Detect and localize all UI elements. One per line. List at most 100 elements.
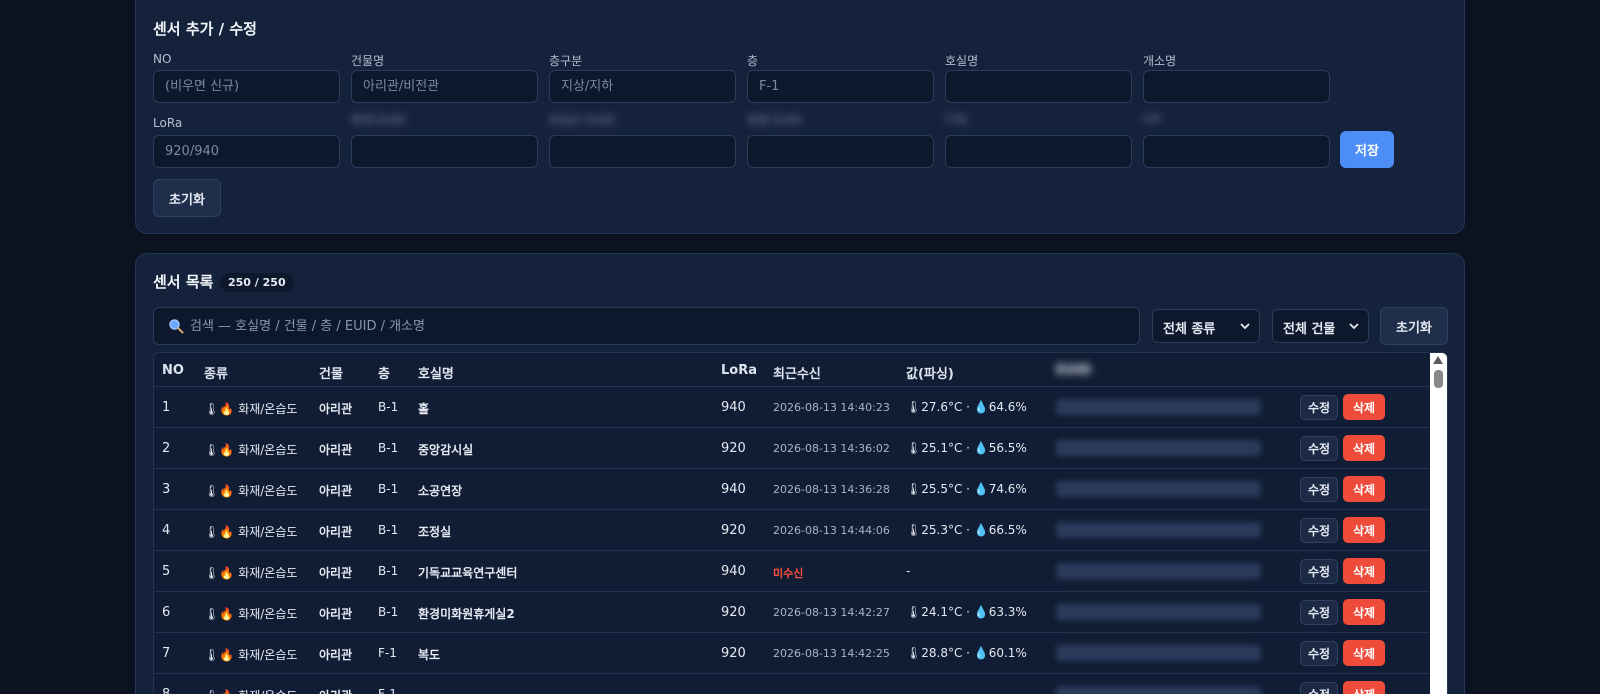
table-row: 8 🌡🔥 화재/온습도 아리관 F-1 수정 삭제 bbox=[154, 674, 1432, 694]
search-icon bbox=[169, 319, 184, 334]
row-last-received: 2026-08-13 14:42:27 bbox=[773, 606, 890, 619]
row-last-received: 2026-08-13 14:40:23 bbox=[773, 401, 890, 414]
thermometer-fire-icon: 🌡🔥 bbox=[204, 566, 235, 580]
row-building: 아리관 bbox=[319, 484, 353, 498]
scroll-thumb[interactable] bbox=[1434, 370, 1443, 388]
row-euid-redacted bbox=[1056, 686, 1261, 694]
row-euid-redacted bbox=[1056, 440, 1261, 456]
search-input[interactable] bbox=[190, 308, 1130, 344]
row-no: 2 bbox=[162, 441, 171, 456]
table-row: 5 🌡🔥 화재/온습도 아리관 B-1 기독교교육연구센터 940 미수신 - 수정 삭제 bbox=[154, 551, 1432, 592]
delete-button[interactable]: 삭제 bbox=[1343, 476, 1385, 502]
table-row: 3 🌡🔥 화재/온습도 아리관 B-1 소공연장 940 2026-08-13 14:36:2… bbox=[154, 469, 1432, 510]
row-value: 🌡24.1°C · 💧63.3% bbox=[906, 605, 1027, 619]
edit-button[interactable]: 수정 bbox=[1300, 436, 1338, 461]
edit-button[interactable]: 수정 bbox=[1300, 559, 1338, 584]
row-kind: 🌡🔥화재/온습도 bbox=[204, 482, 297, 499]
sensor-form-card: 센서 추가 / 수정 NO 건물명 층구분 층 호실명 개소명 LoRa 화재 … bbox=[135, 0, 1465, 234]
label-fire-euid: 화재 EUID bbox=[351, 113, 407, 127]
list-reset-button[interactable]: 초기화 bbox=[1380, 307, 1448, 345]
row-room: 소공연장 bbox=[418, 484, 463, 498]
edit-button[interactable]: 수정 bbox=[1300, 600, 1338, 625]
no-input[interactable] bbox=[153, 70, 340, 103]
search-box[interactable] bbox=[153, 307, 1140, 345]
room-input[interactable] bbox=[945, 70, 1132, 103]
label-lora: LoRa bbox=[153, 116, 183, 130]
delete-button[interactable]: 삭제 bbox=[1343, 681, 1385, 694]
fire-euid-input[interactable] bbox=[351, 135, 538, 168]
row-no: 7 bbox=[162, 646, 171, 661]
row-kind: 🌡🔥화재/온습도 bbox=[204, 441, 297, 458]
row-no: 4 bbox=[162, 523, 171, 538]
thermometer-fire-icon: 🌡🔥 bbox=[204, 402, 235, 416]
table-header: NO 종류 건물 층 호실명 LoRa 최근수신 값(파싱) EUID bbox=[154, 353, 1432, 387]
edit-button[interactable]: 수정 bbox=[1300, 641, 1338, 666]
floor-type-input[interactable] bbox=[549, 70, 736, 103]
row-room: 홀 bbox=[418, 402, 430, 416]
row-euid-redacted bbox=[1056, 645, 1261, 661]
lora-input[interactable] bbox=[153, 135, 340, 168]
dir-euid-input[interactable] bbox=[747, 135, 934, 168]
kind-filter-select[interactable]: 전체 종류 bbox=[1152, 309, 1260, 343]
col-building: 건물 bbox=[319, 367, 343, 382]
row-floor: F-1 bbox=[378, 687, 397, 694]
form-title: 센서 추가 / 수정 bbox=[153, 20, 257, 38]
row-value: 🌡25.3°C · 💧66.5% bbox=[906, 523, 1027, 537]
col-no: NO bbox=[162, 363, 184, 378]
row-kind-label: 화재/온습도 bbox=[238, 402, 298, 416]
row-kind-label: 화재/온습도 bbox=[238, 484, 298, 498]
delete-button[interactable]: 삭제 bbox=[1343, 640, 1385, 666]
row-room: 중앙감시실 bbox=[418, 443, 474, 457]
building-input[interactable] bbox=[351, 70, 538, 103]
row-last-received: 2026-08-13 14:36:28 bbox=[773, 483, 890, 496]
thermometer-fire-icon: 🌡🔥 bbox=[204, 443, 235, 457]
label-lng: Lng bbox=[945, 111, 967, 125]
place-input[interactable] bbox=[1143, 70, 1330, 103]
edit-button[interactable]: 수정 bbox=[1300, 395, 1338, 420]
chevron-down-icon bbox=[1240, 323, 1250, 330]
delete-button[interactable]: 삭제 bbox=[1343, 517, 1385, 543]
form-reset-button[interactable]: 초기화 bbox=[153, 179, 221, 217]
thermometer-fire-icon: 🌡🔥 bbox=[204, 607, 235, 621]
edit-button[interactable]: 수정 bbox=[1300, 477, 1338, 502]
table-row: 2 🌡🔥 화재/온습도 아리관 B-1 중앙감시실 920 2026-08-13 14:36:… bbox=[154, 428, 1432, 469]
table-scrollbar[interactable] bbox=[1430, 353, 1447, 694]
delete-button[interactable]: 삭제 bbox=[1343, 394, 1385, 420]
edit-button[interactable]: 수정 bbox=[1300, 682, 1338, 694]
label-th-euid: 온습도 EUID bbox=[549, 113, 616, 127]
row-last-received: 미수신 bbox=[773, 567, 804, 580]
save-button[interactable]: 저장 bbox=[1340, 131, 1394, 168]
row-no: 1 bbox=[162, 400, 171, 415]
thermometer-fire-icon: 🌡🔥 bbox=[204, 648, 235, 662]
row-building: 아리관 bbox=[319, 566, 353, 580]
building-filter-select[interactable]: 전체 건물 bbox=[1272, 309, 1369, 343]
lng-input[interactable] bbox=[945, 135, 1132, 168]
sensor-list-card: 센서 목록 250 / 250 전체 종류 전체 건물 초기화 NO 종류 건물… bbox=[135, 253, 1465, 694]
delete-button[interactable]: 삭제 bbox=[1343, 435, 1385, 461]
lat-input[interactable] bbox=[1143, 135, 1330, 168]
row-kind-label: 화재/온습도 bbox=[238, 607, 298, 621]
col-last: 최근수신 bbox=[773, 367, 821, 382]
delete-button[interactable]: 삭제 bbox=[1343, 599, 1385, 625]
row-value: 🌡25.5°C · 💧74.6% bbox=[906, 482, 1027, 496]
row-lora: 920 bbox=[721, 523, 746, 538]
scroll-up-arrow-icon[interactable] bbox=[1433, 356, 1443, 364]
row-last-received: 2026-08-13 14:42:25 bbox=[773, 647, 890, 660]
row-building: 아리관 bbox=[319, 443, 353, 457]
row-kind: 🌡🔥화재/온습도 bbox=[204, 564, 297, 581]
th-euid-input[interactable] bbox=[549, 135, 736, 168]
row-lora: 940 bbox=[721, 482, 746, 497]
chevron-down-icon bbox=[1349, 323, 1359, 330]
row-building: 아리관 bbox=[319, 402, 353, 416]
row-kind-label: 화재/온습도 bbox=[238, 689, 297, 694]
row-euid-redacted bbox=[1056, 481, 1261, 497]
sensor-table: NO 종류 건물 층 호실명 LoRa 최근수신 값(파싱) EUID 1 🌡🔥 화… bbox=[153, 352, 1448, 694]
row-value: - bbox=[906, 564, 911, 578]
row-euid-redacted bbox=[1056, 604, 1261, 620]
table-row: 6 🌡🔥 화재/온습도 아리관 B-1 환경미화원휴게실2 920 2026-08-13 14… bbox=[154, 592, 1432, 633]
floor-input[interactable] bbox=[747, 70, 934, 103]
label-room: 호실명 bbox=[945, 54, 979, 68]
row-last-received: 2026-08-13 14:44:06 bbox=[773, 524, 890, 537]
edit-button[interactable]: 수정 bbox=[1300, 518, 1338, 543]
delete-button[interactable]: 삭제 bbox=[1343, 558, 1385, 584]
